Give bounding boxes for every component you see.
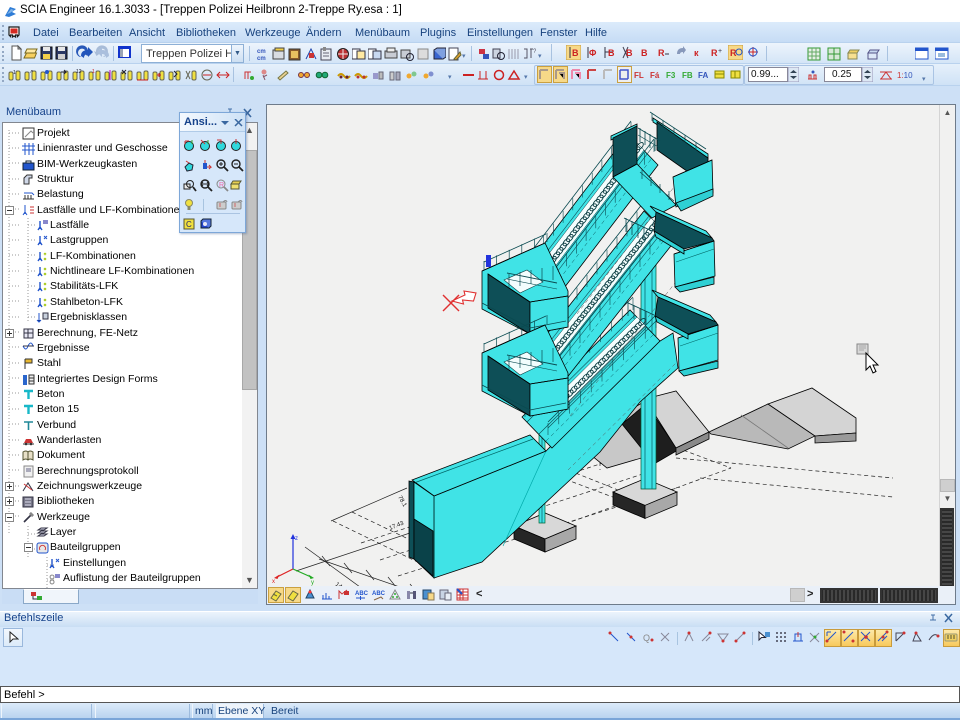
svg-text:FL: FL — [634, 71, 644, 80]
svg-text:cm: cm — [257, 56, 266, 61]
svg-text:к: к — [694, 48, 699, 58]
svg-text:B: B — [608, 48, 615, 58]
svg-text:Q: Q — [643, 633, 650, 643]
svg-text:B: B — [641, 48, 648, 58]
svg-text:C: C — [186, 220, 192, 229]
svg-text:cm: cm — [257, 49, 266, 55]
svg-text:R: R — [658, 48, 665, 58]
svg-text:Fá: Fá — [650, 71, 660, 80]
svg-text:ABC: ABC — [355, 591, 368, 597]
svg-text:F3: F3 — [666, 71, 676, 80]
svg-text:1: 1 — [92, 69, 95, 75]
svg-text:↗: ↗ — [29, 69, 33, 75]
svg-text:B: B — [626, 48, 633, 58]
svg-text:B: B — [572, 48, 579, 58]
svg-text:FA: FA — [698, 71, 708, 80]
svg-text:FB: FB — [682, 71, 693, 80]
svg-text:17.43: 17.43 — [389, 520, 406, 531]
svg-text:R: R — [219, 182, 224, 189]
svg-text:x: x — [272, 579, 275, 585]
svg-text:78.1: 78.1 — [396, 495, 407, 509]
svg-text:+: + — [718, 48, 722, 55]
svg-text:?: ? — [533, 49, 536, 55]
svg-text:1: 1 — [13, 70, 16, 76]
svg-text:z: z — [295, 536, 298, 542]
svg-text:ABC: ABC — [372, 591, 385, 597]
svg-text:Φ: Φ — [589, 48, 597, 58]
svg-text:12: 12 — [76, 69, 82, 75]
svg-text:R: R — [711, 48, 718, 58]
